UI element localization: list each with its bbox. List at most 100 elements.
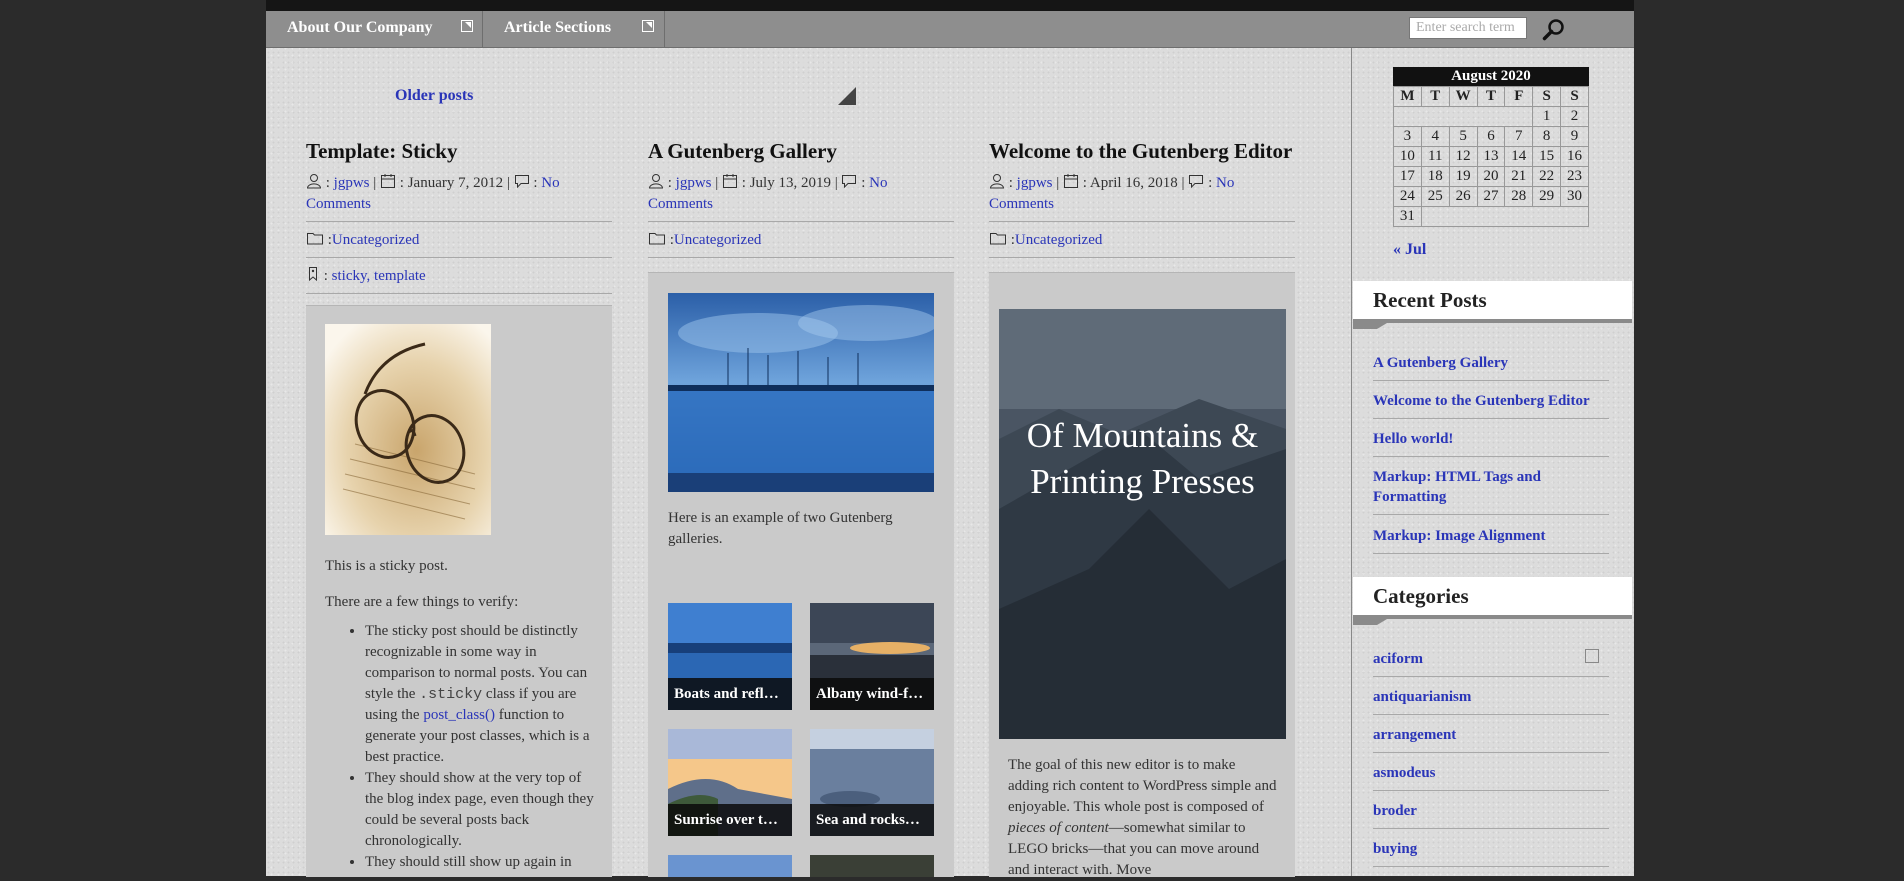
calendar-caption: August 2020 — [1393, 67, 1589, 86]
calendar-day: 10 — [1393, 146, 1422, 167]
post-date: July 13, 2019 — [749, 175, 831, 191]
gallery-item[interactable] — [668, 855, 792, 877]
recent-post-link[interactable]: Welcome to the Gutenberg Editor — [1373, 391, 1609, 419]
calendar-day: 21 — [1504, 166, 1534, 187]
user-icon — [306, 174, 322, 189]
category-item[interactable]: antiquarianism — [1373, 687, 1609, 715]
nav-item-label: Article Sections — [504, 19, 612, 36]
day-header: T — [1476, 86, 1506, 107]
post-date: January 7, 2012 — [407, 175, 504, 191]
calendar-day: 3 — [1393, 126, 1422, 147]
bullet-list: The sticky post should be distinctly rec… — [325, 621, 595, 873]
recent-post-link[interactable]: Hello world! — [1373, 429, 1609, 457]
post-categories: :Uncategorized — [989, 222, 1295, 258]
recent-post-link[interactable]: A Gutenberg Gallery — [1373, 353, 1609, 381]
day-header: T — [1420, 86, 1450, 107]
post-body-welcome: Of Mountains & Printing Presses The goal… — [989, 272, 1295, 878]
post-gutenberg-gallery: A Gutenberg Gallery : jgpws | : July 13,… — [648, 137, 954, 258]
calendar-day: 9 — [1560, 126, 1589, 147]
category-item[interactable]: aciform — [1373, 649, 1609, 677]
search-input[interactable]: Enter search term — [1409, 17, 1527, 39]
nav-article-sections[interactable]: Article Sections — [483, 11, 665, 47]
day-header: S — [1532, 86, 1562, 107]
calendar-day: 23 — [1560, 166, 1589, 187]
nav-item-label: About Our Company — [287, 19, 433, 36]
page: About Our Company Article Sections Enter… — [266, 0, 1634, 878]
category-link[interactable]: Uncategorized — [674, 232, 761, 248]
calendar-day: 24 — [1393, 186, 1422, 207]
day-header: M — [1393, 86, 1422, 107]
post-title[interactable]: Welcome to the Gutenberg Editor — [989, 137, 1295, 165]
category-item[interactable]: buying — [1373, 839, 1609, 867]
post-welcome-gutenberg: Welcome to the Gutenberg Editor : jgpws … — [989, 137, 1295, 258]
calendar-day: 11 — [1420, 146, 1450, 167]
post-meta: : jgpws | : January 7, 2012 | : No Comme… — [306, 165, 612, 222]
list-item: They should still show up again in — [365, 852, 595, 873]
author-link[interactable]: jgpws — [1017, 175, 1053, 191]
mountains-image — [999, 309, 1286, 739]
emphasis: pieces of content — [1008, 820, 1109, 836]
cover-block: Of Mountains & Printing Presses — [999, 309, 1286, 739]
categories-title: Categories — [1353, 577, 1632, 615]
author-link[interactable]: jgpws — [334, 175, 370, 191]
day-header: F — [1504, 86, 1534, 107]
calendar-day: 18 — [1420, 166, 1450, 187]
post-title[interactable]: Template: Sticky — [306, 137, 612, 165]
calendar-icon — [381, 174, 396, 188]
folder-icon — [649, 233, 665, 245]
post-content: The goal of this new editor is to make a… — [1008, 757, 1277, 878]
tags-link[interactable]: sticky, template — [332, 268, 426, 284]
nav-about-our-company[interactable]: About Our Company — [266, 11, 483, 47]
list-item: They should show at the very top of the … — [365, 768, 595, 852]
comment-icon — [842, 175, 857, 189]
post-meta: : jgpws | : July 13, 2019 | : No Comment… — [648, 165, 954, 222]
calendar-prev-link[interactable]: « Jul — [1393, 241, 1426, 259]
calendar-day: 2 — [1560, 106, 1589, 127]
gallery-item[interactable]: Sunrise over t… — [668, 729, 792, 836]
calendar-day: 19 — [1448, 166, 1478, 187]
code-snippet: .sticky — [419, 686, 483, 703]
post-body-gallery: Here is an example of two Gutenberg gall… — [648, 272, 954, 877]
comment-icon — [1189, 175, 1204, 189]
recent-post-link[interactable]: Markup: HTML Tags and Formatting — [1373, 467, 1609, 515]
author-link[interactable]: jgpws — [676, 175, 712, 191]
category-link[interactable]: Uncategorized — [332, 232, 419, 248]
day-header: S — [1560, 86, 1589, 107]
column-divider — [1351, 48, 1352, 876]
gallery-item[interactable]: Boats and refl… — [668, 603, 792, 710]
search-icon[interactable] — [1542, 18, 1566, 42]
calendar-pad — [1420, 206, 1590, 227]
gallery-item[interactable] — [810, 855, 934, 877]
glasses-image — [325, 324, 491, 535]
post-tags: : sticky, template — [306, 258, 612, 294]
top-strip — [266, 0, 1634, 11]
user-icon — [648, 174, 664, 189]
gallery-item[interactable]: Sea and rocks… — [810, 729, 934, 836]
calendar-day: 30 — [1560, 186, 1589, 207]
calendar-day: 31 — [1393, 206, 1422, 227]
dropdown-arrow-icon[interactable] — [642, 20, 654, 32]
calendar-day: 17 — [1393, 166, 1422, 187]
gallery-item[interactable]: Albany wind-f… — [810, 603, 934, 710]
post-title[interactable]: A Gutenberg Gallery — [648, 137, 954, 165]
calendar-day: 29 — [1532, 186, 1562, 207]
category-item[interactable]: asmodeus — [1373, 763, 1609, 791]
recent-posts-title: Recent Posts — [1353, 281, 1632, 319]
calendar-day: 16 — [1560, 146, 1589, 167]
category-item[interactable]: broder — [1373, 801, 1609, 829]
calendar-widget: August 2020 M T W T F S S 1 2 3 4 5 6 7 … — [1392, 67, 1590, 227]
folder-icon — [990, 233, 1006, 245]
gallery-caption: Albany wind-f… — [810, 678, 934, 710]
category-link[interactable]: Uncategorized — [1015, 232, 1102, 248]
calendar-day: 5 — [1448, 126, 1478, 147]
calendar-day: 12 — [1448, 146, 1478, 167]
recent-post-link[interactable]: Markup: Image Alignment — [1373, 526, 1609, 554]
calendar-day: 6 — [1476, 126, 1506, 147]
older-posts-link[interactable]: Older posts — [395, 87, 473, 105]
post-template-sticky: Template: Sticky : jgpws | : January 7, … — [306, 137, 612, 294]
title-ribbon — [1353, 319, 1632, 329]
dropdown-arrow-icon[interactable] — [461, 20, 473, 32]
post-class-link[interactable]: post_class() — [423, 707, 495, 723]
cover-title: Of Mountains & Printing Presses — [1026, 416, 1259, 501]
category-item[interactable]: arrangement — [1373, 725, 1609, 753]
